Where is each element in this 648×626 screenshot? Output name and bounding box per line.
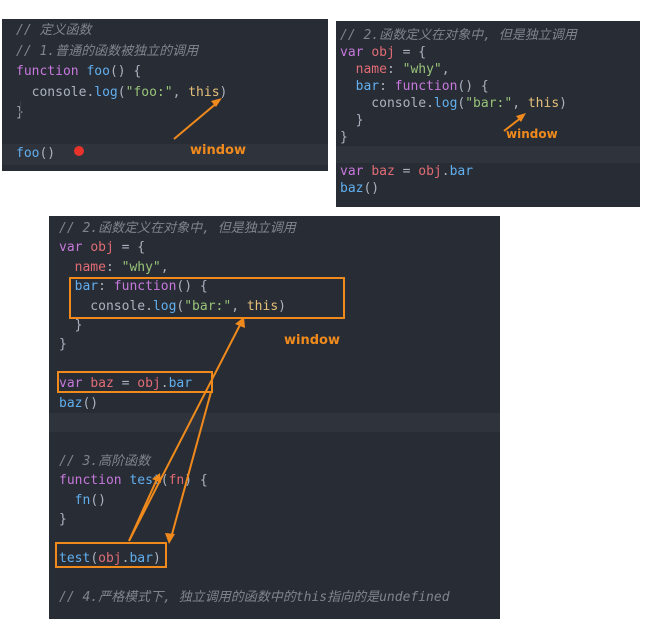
annotation-arrow	[503, 113, 526, 132]
code-panel-higher-order: // 2.函数定义在对象中, 但是独立调用 var obj = { name: "…	[49, 216, 500, 619]
code-panel-foo: // 定义函数// 1.普通的函数被独立的调用 function foo() { …	[2, 19, 328, 171]
flow-arrows	[128, 317, 245, 544]
annotation-arrow	[173, 98, 222, 140]
code-panel-obj: // 2.函数定义在对象中, 但是独立调用 var obj = { name: "…	[336, 21, 640, 207]
